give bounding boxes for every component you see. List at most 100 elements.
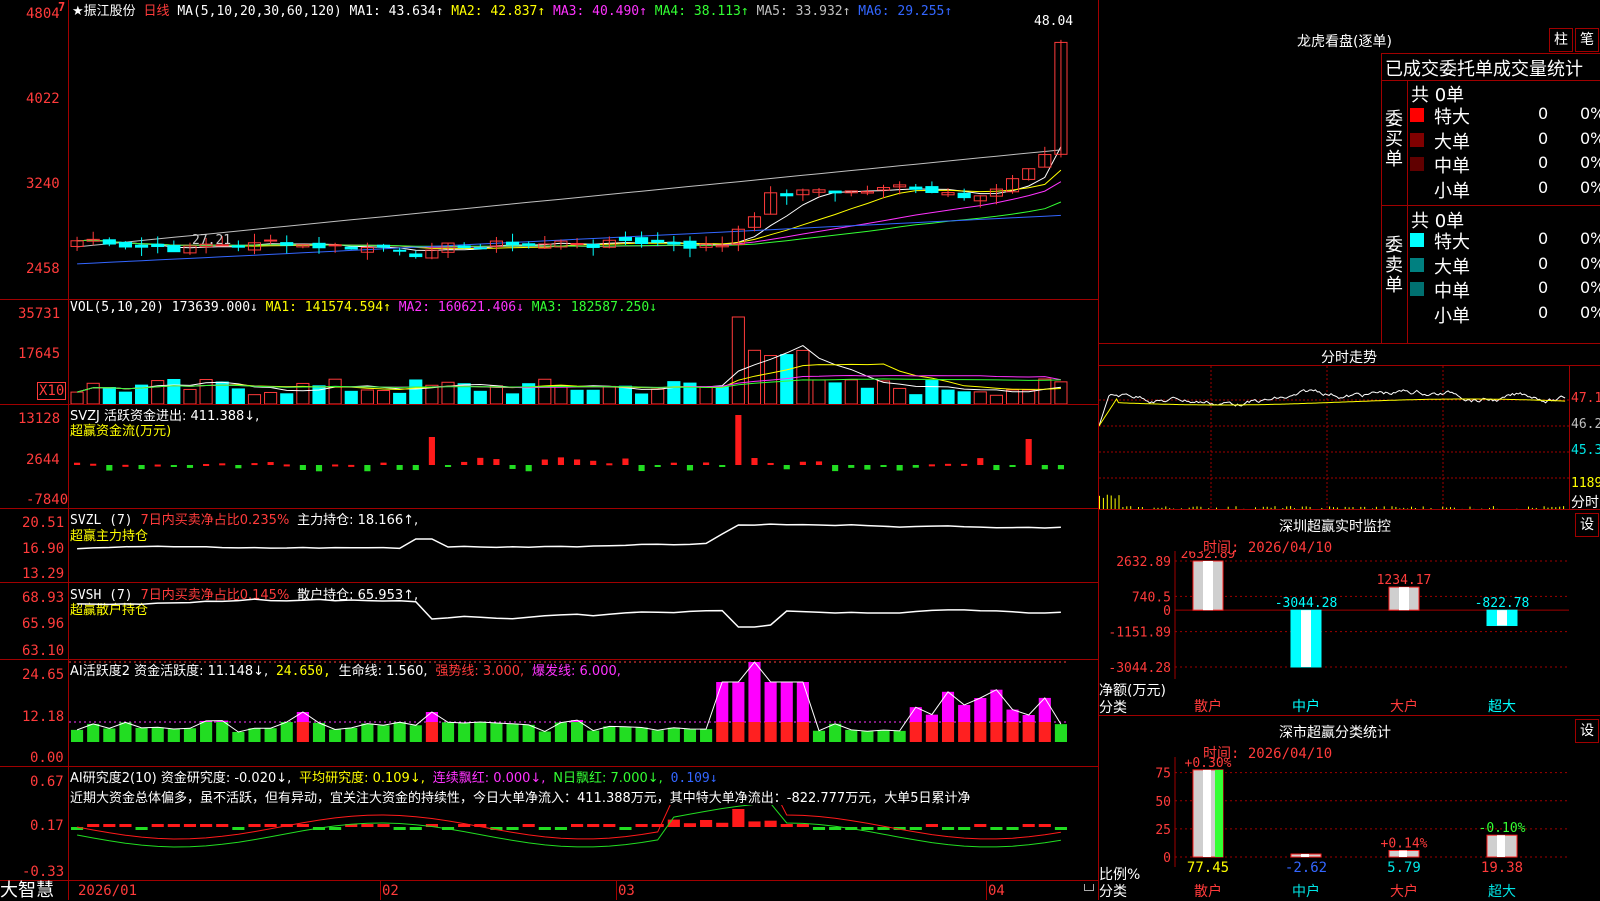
volume-bar bbox=[184, 389, 196, 404]
candle bbox=[329, 245, 341, 246]
color-swatch bbox=[1410, 182, 1424, 196]
activity-bar bbox=[394, 722, 406, 742]
activity-bar bbox=[732, 722, 744, 742]
lhb-tabs[interactable]: 已成交委托单成交量统计 bbox=[1385, 55, 1600, 81]
ss-ratio-chart[interactable]: 7550250+0.30%77.45散户-2.62中户+0.14%5.79大户-… bbox=[1099, 757, 1600, 900]
volume-bar bbox=[910, 395, 922, 404]
sz-category: 超大 bbox=[1488, 699, 1516, 715]
fund-flow-bar bbox=[993, 465, 999, 470]
vol-ma2: MA2: 160621.406↓ bbox=[399, 300, 524, 315]
research-bar bbox=[861, 827, 873, 830]
fund-flow-bar bbox=[461, 462, 467, 465]
ss-top-label: +0.30% bbox=[1185, 757, 1232, 771]
lock-icon[interactable] bbox=[1084, 884, 1094, 891]
volume-bar bbox=[87, 383, 99, 404]
ai-research-chart[interactable] bbox=[69, 805, 1098, 880]
volume-bar bbox=[845, 380, 857, 404]
activity-bar bbox=[410, 725, 422, 742]
candle bbox=[571, 244, 583, 245]
fenshi-panel[interactable]: 分时走势 47.12 46.21 45.30 11894 分时 bbox=[1099, 345, 1600, 510]
sz-settings-button[interactable]: 设 bbox=[1575, 513, 1599, 537]
bar-mode-button[interactable]: 柱 bbox=[1549, 28, 1573, 52]
intraday-chart[interactable] bbox=[1099, 366, 1569, 510]
timeline-3: 03 bbox=[618, 883, 635, 899]
candle bbox=[684, 241, 696, 248]
activity-bar bbox=[490, 723, 502, 742]
activity-bar bbox=[248, 728, 260, 742]
research-bar bbox=[1039, 824, 1051, 827]
volume-bar bbox=[894, 388, 906, 404]
candle bbox=[345, 247, 357, 249]
candle bbox=[926, 187, 938, 193]
activity-bar-top bbox=[926, 715, 938, 722]
row-count: 0 bbox=[1538, 303, 1548, 322]
sz-net-chart[interactable]: 2632.89740.50-1151.89-3044.282632.89散户-3… bbox=[1099, 551, 1600, 716]
color-swatch bbox=[1410, 133, 1424, 147]
fund-flow-bar bbox=[316, 465, 322, 471]
volume-bar bbox=[716, 387, 728, 404]
fund-flow-bar bbox=[703, 462, 709, 465]
fund-flow-chart[interactable] bbox=[69, 405, 1098, 508]
research-bar bbox=[361, 824, 373, 827]
intraday-volume bbox=[1107, 495, 1108, 510]
volume-bar bbox=[877, 381, 889, 404]
price-axis-3: 3240 bbox=[26, 176, 60, 192]
candle bbox=[136, 245, 148, 247]
high-note: 48.04 bbox=[1034, 14, 1073, 29]
row-count: 0 bbox=[1538, 254, 1548, 273]
retail-holding-line bbox=[77, 599, 1061, 627]
fund-flow-bar bbox=[768, 463, 774, 465]
volume-bar bbox=[539, 379, 551, 404]
research-bar bbox=[732, 809, 744, 827]
retail-holding-chart[interactable] bbox=[69, 583, 1098, 659]
buy-row: 小单 0 0% bbox=[1408, 177, 1600, 201]
row-pct: 0% bbox=[1580, 303, 1600, 322]
sz-axis-tick: -3044.28 bbox=[1108, 661, 1171, 676]
tick-mode-button[interactable]: 笔 bbox=[1575, 28, 1599, 52]
volume-bar bbox=[119, 392, 131, 404]
fund-flow-bar bbox=[816, 461, 822, 465]
ss-axis-tick: 75 bbox=[1155, 767, 1171, 782]
buy-row: 大单 0 0% bbox=[1408, 128, 1600, 152]
fund-flow-bar bbox=[574, 459, 580, 465]
main-holding-chart[interactable] bbox=[69, 509, 1098, 582]
ai-activity-chart[interactable] bbox=[69, 660, 1098, 766]
fund-flow-bar bbox=[187, 465, 193, 468]
fund-flow-bar bbox=[203, 464, 209, 466]
candle bbox=[910, 187, 922, 189]
activity-bar bbox=[603, 726, 615, 742]
fund-flow-bar bbox=[332, 464, 338, 466]
activity-bar bbox=[716, 722, 728, 742]
brand-logo[interactable]: 大智慧 bbox=[0, 881, 54, 900]
activity-bar bbox=[958, 722, 970, 742]
activity-bar bbox=[571, 722, 583, 742]
ss-bar-accent bbox=[1215, 770, 1223, 857]
activity-bar bbox=[829, 724, 841, 742]
vol-ma1: MA1: 141574.594↑ bbox=[266, 300, 391, 315]
ai1-axis-2: 12.18 bbox=[22, 709, 64, 725]
volume-bar bbox=[974, 392, 986, 404]
main-chart-area[interactable]: ★振江股份 日线 MA(5,10,20,30,60,120) MA1: 43.6… bbox=[0, 0, 1098, 900]
candle bbox=[265, 240, 277, 241]
row-pct: 0% bbox=[1580, 104, 1600, 123]
timeline-1: 2026/01 bbox=[78, 883, 137, 899]
ss-axis-tick: 50 bbox=[1155, 795, 1171, 810]
ss-settings-button[interactable]: 设 bbox=[1575, 719, 1599, 743]
research-bar bbox=[636, 824, 648, 827]
volume-bar bbox=[926, 381, 938, 404]
volume-chart[interactable] bbox=[69, 314, 1098, 404]
row-pct: 0% bbox=[1580, 178, 1600, 197]
sell-row: 大单 0 0% bbox=[1408, 253, 1600, 277]
activity-bar bbox=[313, 723, 325, 742]
volume-bar bbox=[103, 388, 115, 404]
candle bbox=[377, 245, 389, 247]
vol-axis-2: 17645 bbox=[18, 346, 60, 362]
candle bbox=[523, 244, 535, 245]
activity-bar bbox=[474, 722, 486, 742]
candlestick-chart[interactable] bbox=[69, 14, 1098, 298]
fund-flow-bar bbox=[719, 465, 725, 467]
fund-flow-bar bbox=[639, 465, 645, 471]
fund-flow-bar bbox=[832, 465, 838, 471]
activity-bar bbox=[619, 727, 631, 742]
lhb-title: 龙虎看盘(逐单) bbox=[1297, 31, 1392, 51]
